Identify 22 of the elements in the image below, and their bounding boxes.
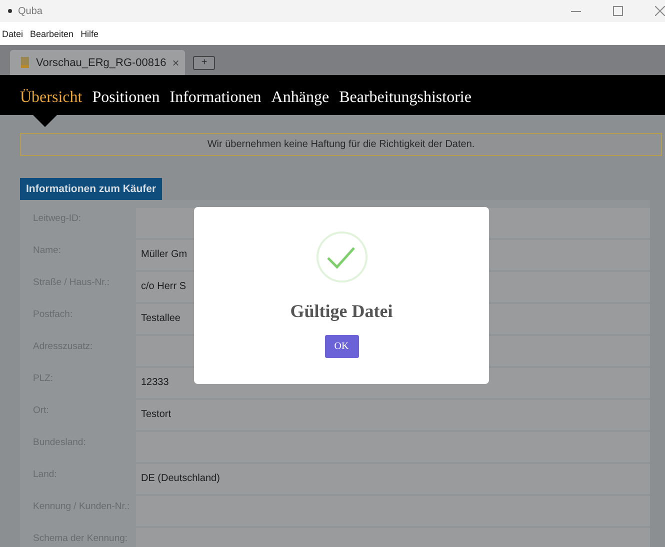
menu-item[interactable]: Bearbeiten: [30, 28, 74, 38]
file-icon: [20, 56, 30, 69]
document-tab[interactable]: Vorschau_ERg_RG-00816 ×: [10, 50, 186, 75]
dialog-title: Gültige Datei: [290, 301, 393, 322]
new-tab-button[interactable]: +: [193, 56, 216, 70]
app-icon: [8, 9, 12, 13]
tab-close-button[interactable]: ×: [172, 56, 180, 70]
disclaimer-banner: Wir übernehmen keine Haftung für die Richtigkeit der Daten.: [20, 133, 662, 156]
window-title: Quba: [18, 6, 42, 16]
field-value: Testort: [136, 400, 650, 430]
ok-button[interactable]: OK: [324, 335, 358, 358]
nav-tab[interactable]: Bearbeitungshistorie: [339, 89, 472, 107]
nav-tab[interactable]: Informationen: [170, 89, 262, 107]
success-check-icon: [316, 231, 368, 283]
menu-item[interactable]: Hilfe: [80, 28, 99, 38]
nav-tab[interactable]: Positionen: [92, 89, 160, 107]
nav-tab[interactable]: Anhänge: [271, 89, 330, 107]
menu-item[interactable]: Datei: [2, 28, 24, 38]
field-value: DE (Deutschland): [136, 464, 650, 494]
close-icon[interactable]: [655, 6, 665, 16]
maximize-icon[interactable]: [613, 6, 623, 16]
section-header: Informationen zum Käufer: [20, 178, 162, 200]
